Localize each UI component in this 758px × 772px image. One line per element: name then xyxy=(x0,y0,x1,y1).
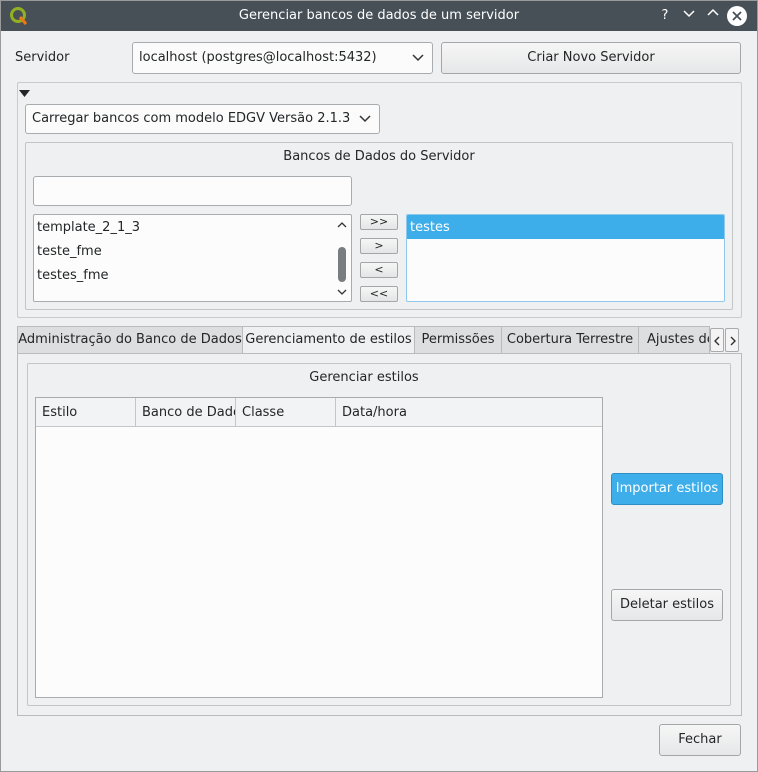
list-item[interactable]: teste_fme xyxy=(37,244,102,259)
column-header-datetime[interactable]: Data/hora xyxy=(336,398,602,427)
title-bar[interactable]: Gerenciar bancos de dados de um servidor… xyxy=(1,1,757,31)
import-styles-button[interactable]: Importar estilos xyxy=(611,473,723,505)
tab-land-cover[interactable]: Cobertura Terrestre xyxy=(501,326,639,354)
available-databases-list[interactable]: template_2_1_3 teste_fme testes_fme xyxy=(33,214,352,302)
move-right-button[interactable]: > xyxy=(360,238,398,254)
list-item[interactable]: template_2_1_3 xyxy=(37,220,140,235)
chevron-up-icon xyxy=(707,8,719,16)
list-item[interactable]: testes_fme xyxy=(37,268,108,283)
delete-styles-button[interactable]: Deletar estilos xyxy=(611,589,723,621)
selected-row-highlight xyxy=(407,215,724,239)
selected-databases-list[interactable]: testes xyxy=(406,214,725,302)
list-item[interactable]: testes xyxy=(410,220,450,235)
import-styles-label: Importar estilos xyxy=(615,481,719,496)
tab-permissions[interactable]: Permissões xyxy=(414,326,502,354)
chevron-up-icon xyxy=(337,222,347,228)
chevron-down-icon xyxy=(337,289,347,295)
column-header-class[interactable]: Classe xyxy=(236,398,336,427)
column-header-style[interactable]: Estilo xyxy=(36,398,136,427)
dialog-window: Gerenciar bancos de dados de um servidor… xyxy=(0,0,758,772)
close-window-button[interactable] xyxy=(727,6,747,26)
tab-scroll-left-button[interactable] xyxy=(710,328,724,352)
tab-database-admin[interactable]: Administração do Banco de Dados xyxy=(17,326,243,354)
close-icon xyxy=(732,11,742,21)
tab-adjustments[interactable]: Ajustes de xyxy=(638,326,710,354)
chevron-down-icon xyxy=(359,115,371,123)
database-filter-input[interactable] xyxy=(33,176,352,206)
template-select-value: Carregar bancos com modelo EDGV Versão 2… xyxy=(32,111,351,126)
tab-style-management[interactable]: Gerenciamento de estilos xyxy=(242,326,415,355)
available-list-scrollbar[interactable] xyxy=(336,217,348,299)
window-title: Gerenciar bancos de dados de um servidor xyxy=(238,8,520,23)
scrollbar-handle[interactable] xyxy=(338,247,346,282)
close-button-label: Fechar xyxy=(678,732,722,747)
move-all-left-button[interactable]: << xyxy=(360,286,398,302)
chevron-right-icon xyxy=(730,336,736,346)
chevron-down-icon xyxy=(683,10,695,18)
chevron-left-icon xyxy=(714,336,720,346)
create-server-button[interactable]: Criar Novo Servidor xyxy=(441,42,741,74)
move-all-right-button[interactable]: >> xyxy=(360,214,398,230)
manage-styles-title: Gerenciar estilos xyxy=(309,370,419,385)
template-select[interactable]: Carregar bancos com modelo EDGV Versão 2… xyxy=(25,104,380,134)
delete-styles-label: Deletar estilos xyxy=(620,597,714,612)
column-header-database[interactable]: Banco de Dados xyxy=(136,398,236,427)
close-button[interactable]: Fechar xyxy=(659,724,741,756)
chevron-down-icon xyxy=(412,54,424,62)
server-select-value: localhost (postgres@localhost:5432) xyxy=(139,50,377,65)
create-server-label: Criar Novo Servidor xyxy=(527,50,655,65)
move-left-button[interactable]: < xyxy=(360,262,398,278)
server-label: Servidor xyxy=(15,50,70,65)
databases-title: Bancos de Dados do Servidor xyxy=(283,149,475,164)
help-button[interactable]: ? xyxy=(656,7,674,25)
tab-scroll-right-button[interactable] xyxy=(725,328,739,352)
maximize-button[interactable] xyxy=(704,7,722,25)
collapse-triangle-icon[interactable] xyxy=(19,87,30,102)
styles-table[interactable]: Estilo Banco de Dados Classe Data/hora xyxy=(35,397,603,698)
server-select[interactable]: localhost (postgres@localhost:5432) xyxy=(132,42,433,74)
minimize-button[interactable] xyxy=(680,7,698,25)
